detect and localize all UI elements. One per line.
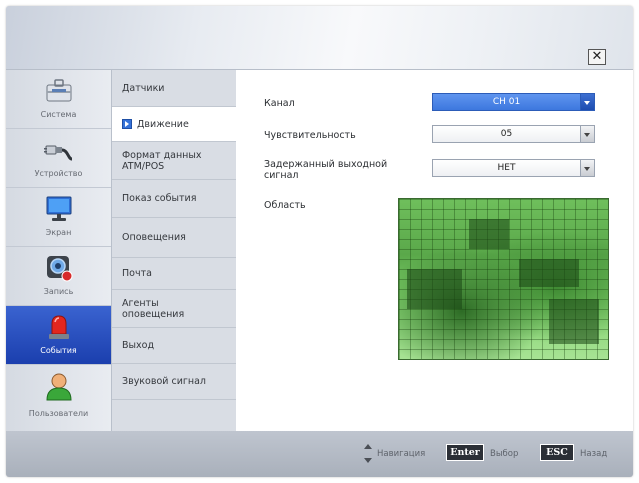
select-hint: Выбор: [490, 449, 519, 459]
toolbox-icon: [46, 79, 72, 102]
camera-view-object: [549, 299, 599, 344]
submenu-item-label: Выход: [122, 340, 155, 351]
submenu-item-motion[interactable]: Движение: [112, 107, 236, 142]
title-bar: ✕: [6, 6, 633, 70]
camera-view-object: [469, 219, 509, 249]
submenu-item-label: Формат данных ATM/POS: [122, 149, 202, 172]
submenu-item-mail[interactable]: Почта: [112, 258, 236, 290]
sidebar-item-label: Устройство: [34, 169, 83, 178]
motion-settings-panel: Канал CH 01 Чувствительность 05 Задержан…: [236, 70, 633, 431]
submenu-item-buzzer[interactable]: Звуковой сигнал: [112, 364, 236, 400]
sidebar-item-label: Экран: [45, 228, 72, 237]
back-hint: Назад: [580, 449, 608, 459]
submenu-item-label: Движение: [137, 118, 189, 130]
user-icon: [46, 373, 72, 401]
sidebar-item-record[interactable]: Запись: [6, 247, 111, 306]
enter-key-badge: Enter: [446, 444, 484, 461]
sidebar-item-label: Запись: [43, 287, 74, 296]
submenu-item-label: Показ события: [122, 193, 197, 204]
chevron-down-icon: [580, 126, 594, 142]
close-button[interactable]: ✕: [588, 49, 606, 65]
submenu-item-label: Звуковой сигнал: [122, 376, 206, 387]
channel-select[interactable]: CH 01: [432, 93, 595, 111]
submenu-item-label: Датчики: [122, 82, 165, 94]
channel-label: Канал: [264, 98, 295, 109]
esc-key-badge: ESC: [540, 444, 574, 461]
delay-output-value: НЕТ: [497, 163, 516, 173]
chevron-down-icon: [580, 160, 594, 176]
sidebar-item-screen[interactable]: Экран: [6, 188, 111, 247]
motion-area-grid[interactable]: [398, 198, 609, 360]
cable-plug-icon: [44, 145, 73, 161]
up-down-arrows-icon: [364, 444, 372, 464]
monitor-icon: [46, 196, 72, 221]
delay-output-select[interactable]: НЕТ: [432, 159, 595, 177]
channel-value: CH 01: [492, 97, 521, 107]
delay-output-label: Задержанный выходной сигнал: [264, 159, 388, 181]
submenu-item-label: Почта: [122, 268, 152, 279]
submenu-item-sensors[interactable]: Датчики: [112, 70, 236, 107]
sidebar-item-users[interactable]: Пользователи: [6, 365, 111, 431]
submenu-item-event-display[interactable]: Показ события: [112, 180, 236, 218]
alarm-siren-icon: [49, 315, 69, 339]
sensitivity-value: 05: [500, 129, 513, 139]
navigation-hint: Навигация: [377, 449, 426, 459]
submenu-item-output[interactable]: Выход: [112, 328, 236, 364]
submenu-item-label: Агенты оповещения: [122, 297, 185, 320]
sensitivity-select[interactable]: 05: [432, 125, 595, 143]
submenu-item-atm-pos[interactable]: Формат данных ATM/POS: [112, 142, 236, 180]
sidebar-item-events[interactable]: События: [6, 306, 111, 365]
events-submenu: Датчики Движение Формат данных ATM/POS П…: [112, 70, 236, 431]
close-icon: ✕: [591, 49, 603, 64]
key-hint-bar: Навигация Enter Выбор ESC Назад: [6, 431, 633, 477]
sidebar-item-label: Пользователи: [28, 409, 89, 418]
selected-arrow-icon: [122, 119, 132, 129]
category-sidebar: Система Устройство Экран Запись События …: [6, 70, 112, 431]
sidebar-item-device[interactable]: Устройство: [6, 129, 111, 188]
area-label: Область: [264, 200, 306, 211]
camera-view-object: [519, 259, 579, 287]
chevron-down-icon: [580, 94, 594, 110]
sensitivity-label: Чувствительность: [264, 130, 356, 141]
sidebar-item-label: События: [40, 346, 77, 355]
sidebar-item-label: Система: [40, 110, 77, 119]
camera-record-icon: [47, 256, 73, 282]
camera-view-object: [407, 269, 462, 309]
submenu-item-alert-agents[interactable]: Агенты оповещения: [112, 290, 236, 328]
submenu-item-notifications[interactable]: Оповещения: [112, 218, 236, 258]
settings-window: ✕ Система Устройство Экран Запись Событи…: [6, 6, 633, 477]
submenu-item-label: Оповещения: [122, 232, 186, 243]
sidebar-item-system[interactable]: Система: [6, 70, 111, 129]
